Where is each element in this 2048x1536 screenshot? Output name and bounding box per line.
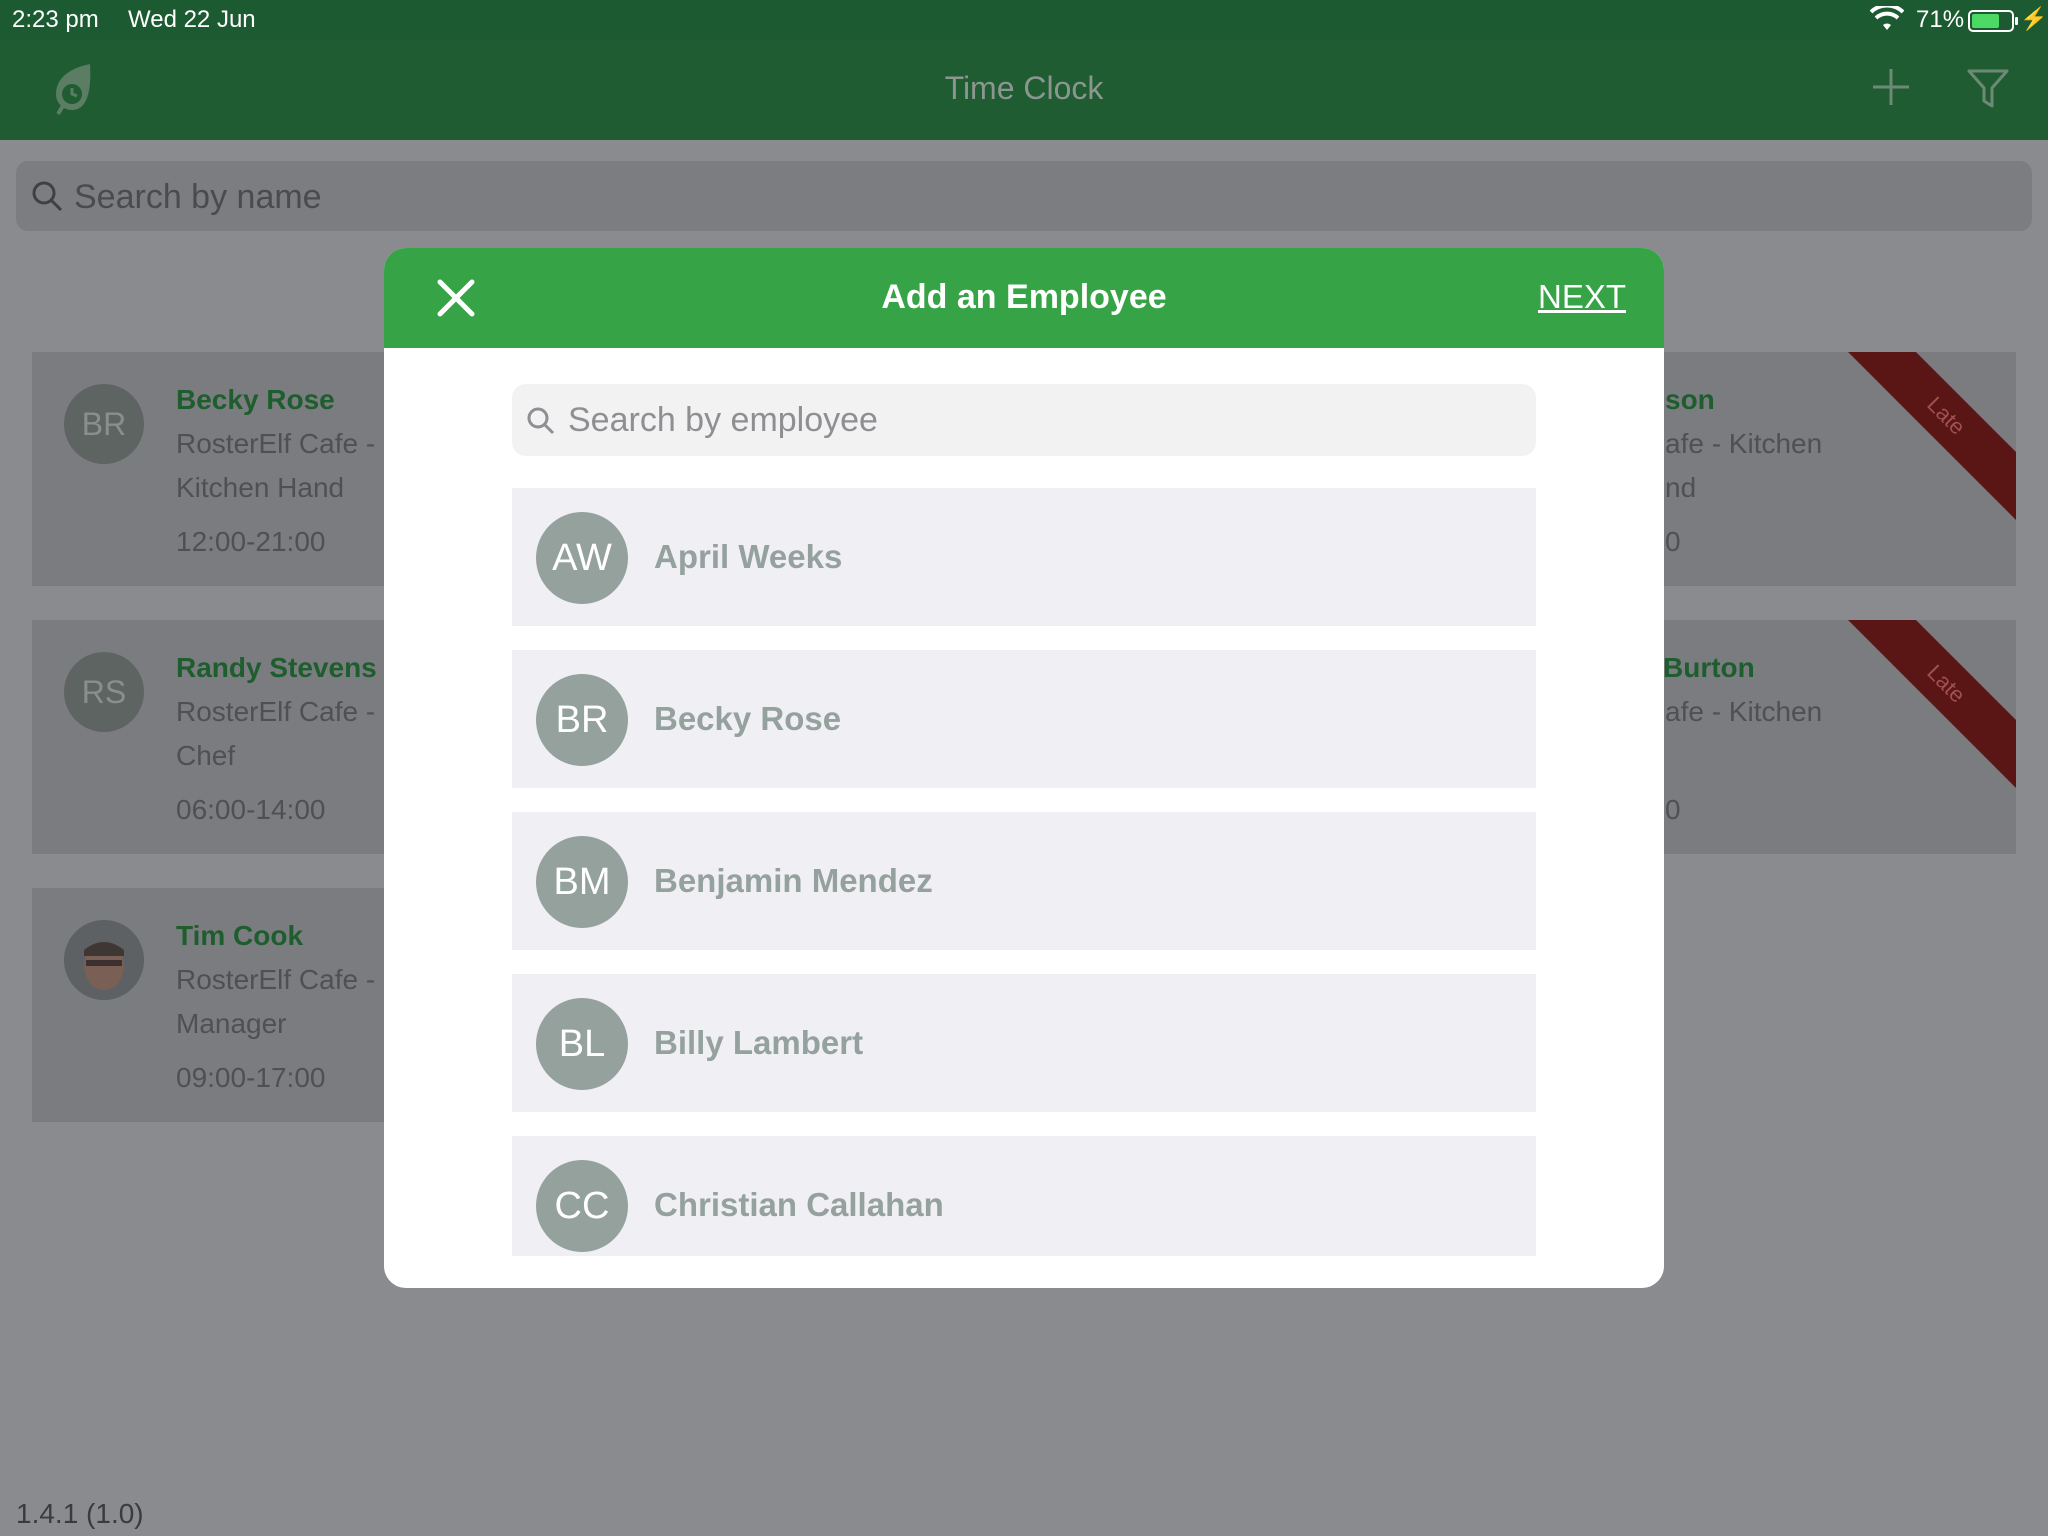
filter-icon[interactable]: [1966, 66, 2010, 110]
wifi-icon: [1869, 3, 1905, 39]
employee-search-input[interactable]: [568, 384, 1518, 456]
employee-search-field[interactable]: [512, 384, 1536, 456]
avatar: CC: [536, 1160, 628, 1252]
list-item[interactable]: BM Benjamin Mendez: [512, 812, 1536, 950]
avatar: RS: [64, 652, 144, 732]
employee-name: Benjamin Mendez: [654, 862, 933, 899]
employee-name: April Weeks: [654, 538, 843, 575]
charging-icon: ⚡: [2020, 6, 2048, 31]
employee-role: RosterElf Cafe -: [176, 696, 376, 727]
employee-role-line2: Kitchen Hand: [176, 472, 345, 503]
search-placeholder: Search by name: [74, 178, 322, 216]
status-time: 2:23 pm: [12, 6, 99, 33]
avatar: BL: [536, 998, 628, 1090]
list-item[interactable]: BR Becky Rose: [512, 650, 1536, 788]
employee-name: son: [1665, 384, 1715, 415]
profile-photo: [64, 920, 144, 1000]
employee-list[interactable]: AW April Weeks BR Becky Rose BM Benjamin…: [512, 488, 1536, 1256]
shift-hours: 12:00-21:00: [176, 526, 326, 557]
employee-role: RosterElf Cafe -: [176, 428, 376, 459]
name-search-input[interactable]: Search by name: [16, 161, 2032, 231]
shift-hours: 0: [1665, 794, 1681, 825]
shift-hours: 09:00-17:00: [176, 1062, 326, 1093]
status-bar: 2:23 pm Wed 22 Jun 71% ⚡: [0, 0, 2048, 40]
shift-hours: 0: [1665, 526, 1681, 557]
employee-role-line2: nd: [1665, 472, 1697, 503]
employee-name: Christian Callahan: [654, 1186, 944, 1223]
modal-title: Add an Employee: [881, 278, 1167, 316]
employee-name: Tim Cook: [176, 920, 304, 951]
late-ribbon: Late: [1837, 620, 2016, 793]
page-title: Time Clock: [944, 70, 1104, 106]
list-item[interactable]: BL Billy Lambert: [512, 974, 1536, 1112]
employee-name: Billy Lambert: [654, 1024, 864, 1061]
employee-name: Becky Rose: [654, 700, 842, 737]
list-item[interactable]: AW April Weeks: [512, 488, 1536, 626]
search-icon: [30, 179, 64, 213]
plus-icon[interactable]: [1870, 66, 1912, 108]
modal-header: Add an Employee NEXT: [384, 248, 1664, 348]
battery-percent: 71%: [1916, 6, 1965, 33]
avatar: AW: [536, 512, 628, 604]
status-date: Wed 22 Jun: [128, 6, 256, 33]
employee-name: Becky Rose: [176, 384, 335, 415]
avatar: BM: [536, 836, 628, 928]
avatar: BR: [536, 674, 628, 766]
avatar: BR: [64, 384, 144, 464]
employee-name: Randy Stevens: [176, 652, 377, 683]
app-header: Time Clock: [0, 40, 2048, 140]
employee-name: Burton: [1663, 652, 1755, 683]
employee-role: afe - Kitchen: [1665, 428, 1823, 459]
employee-role: afe - Kitchen: [1665, 696, 1823, 727]
employee-role-line2: Chef: [176, 740, 236, 771]
next-button[interactable]: NEXT: [1538, 278, 1626, 316]
app-version: 1.4.1 (1.0): [16, 1498, 144, 1529]
list-item[interactable]: CC Christian Callahan: [512, 1136, 1536, 1256]
employee-role: RosterElf Cafe -: [176, 964, 376, 995]
late-ribbon: Late: [1837, 352, 2016, 525]
employee-role-line2: Manager: [176, 1008, 287, 1039]
shift-hours: 06:00-14:00: [176, 794, 326, 825]
search-icon: [526, 406, 556, 436]
add-employee-modal: Add an Employee NEXT AW April Weeks BR B…: [384, 248, 1664, 1288]
battery-icon: [1968, 10, 2018, 32]
